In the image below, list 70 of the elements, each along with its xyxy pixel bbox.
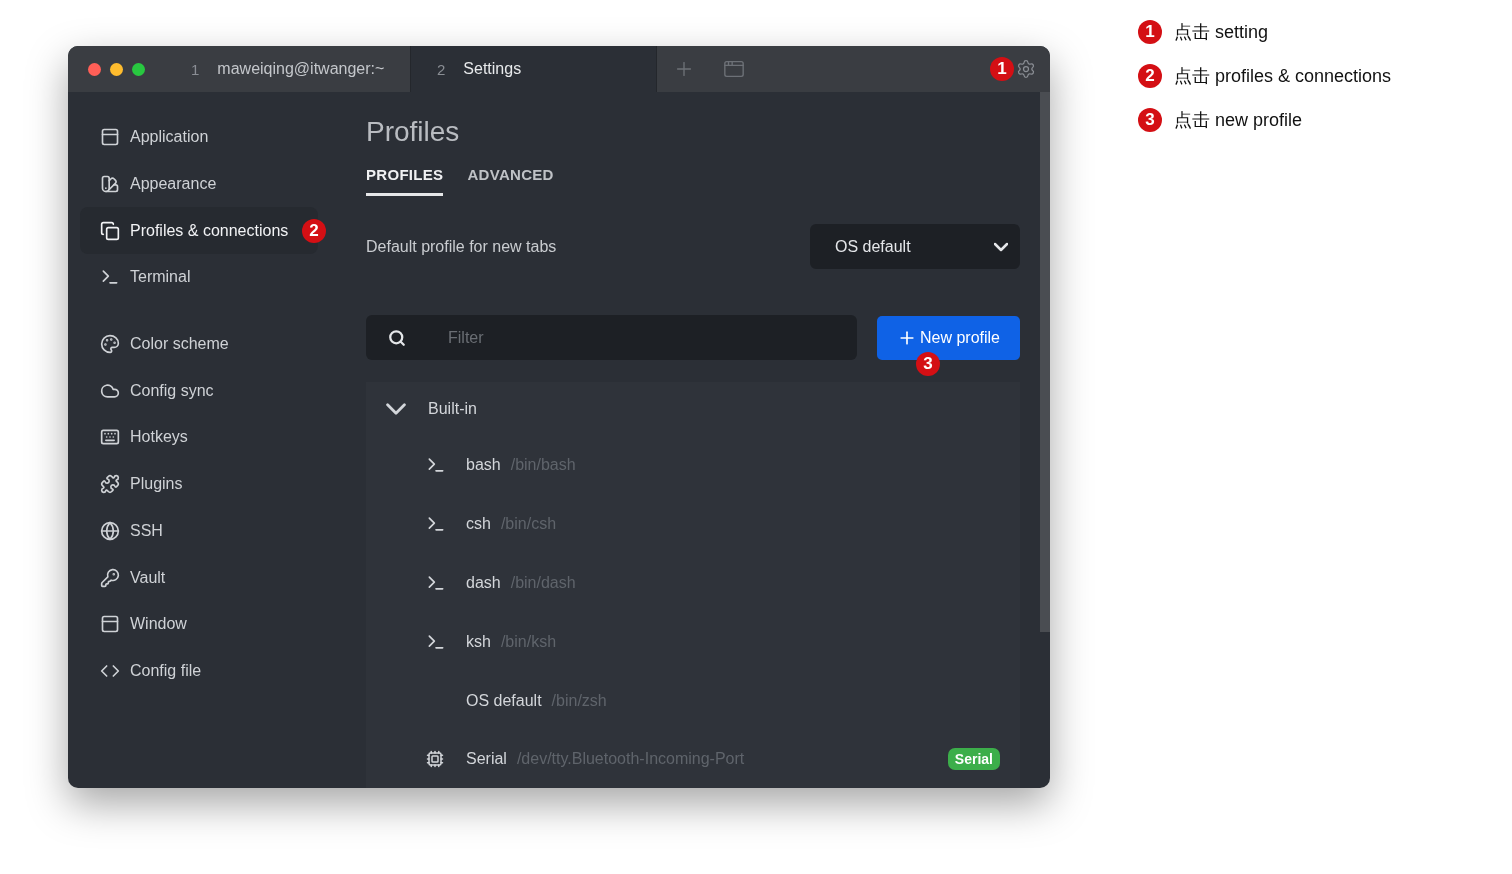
window-control-icon[interactable]: [132, 62, 145, 76]
step-text: 点击 setting: [1174, 21, 1269, 44]
window-icon: [100, 127, 120, 148]
sidebar-item[interactable]: SSH: [80, 507, 318, 555]
step-badge: 2: [1138, 64, 1162, 88]
step-badge: 1: [1138, 20, 1162, 44]
scrollbar[interactable]: [1040, 92, 1050, 632]
profile-select[interactable]: OS default: [810, 224, 1020, 269]
page-tab[interactable]: ADVANCED: [467, 166, 554, 196]
profile-name: OS default: [466, 691, 542, 710]
group-name: Built-in: [428, 400, 477, 418]
profile-name: dash: [466, 574, 501, 592]
profile-tag: Serial: [947, 748, 1000, 771]
swatch-icon: [100, 174, 120, 195]
profile-name: ksh: [466, 632, 491, 651]
keyboard-icon: [100, 427, 120, 448]
window-control-icon[interactable]: [88, 62, 101, 76]
sidebar-label: Window: [130, 615, 187, 634]
tab-number: 2: [437, 60, 446, 78]
search-icon: [388, 328, 406, 347]
sidebar-label: Plugins: [130, 475, 183, 494]
puzzle-icon: [100, 474, 120, 495]
sidebar-item[interactable]: Terminal: [80, 254, 318, 301]
chip-icon: [426, 750, 444, 769]
profile-name: Serial: [466, 750, 507, 769]
palette-icon: [100, 334, 120, 355]
sidebar-item[interactable]: Plugins: [80, 460, 318, 508]
sidebar-item[interactable]: Config file: [80, 647, 318, 695]
sidebar-item[interactable]: Config sync: [80, 367, 318, 415]
step-badge: 3: [916, 352, 940, 376]
step-badge: 3: [1138, 108, 1162, 132]
terminal-icon: [426, 573, 446, 593]
key-icon: [100, 567, 120, 588]
sidebar-label: Color scheme: [130, 335, 229, 354]
sidebar-label: Config file: [130, 661, 202, 680]
chevron-icon: [386, 402, 406, 416]
sidebar-label: Terminal: [130, 268, 191, 287]
sidebar-item[interactable]: Color scheme: [80, 320, 318, 368]
sidebar-item[interactable]: Hotkeys: [80, 414, 318, 461]
tab-title: Settings: [463, 60, 522, 78]
sidebar-item[interactable]: Application: [80, 114, 318, 161]
sidebar-label: Vault: [130, 568, 166, 587]
settings-icon[interactable]: [1016, 59, 1036, 79]
window-icon: [100, 614, 120, 635]
group-header[interactable]: Built-in: [366, 382, 1020, 436]
tab-number: 1: [191, 60, 200, 78]
sidebar-label: Profiles & connections: [130, 221, 289, 240]
tab-title: maweiqing@itwanger:~: [217, 60, 385, 78]
sidebar-label: Config sync: [130, 381, 214, 400]
profile-name: bash: [466, 456, 501, 475]
step-badge: 1: [990, 57, 1014, 81]
page-title: Profiles: [366, 116, 461, 148]
step-text: 点击 profiles & connections: [1174, 65, 1392, 88]
globe-icon: [100, 520, 120, 541]
sidebar-label: SSH: [130, 521, 163, 540]
sidebar-item[interactable]: Vault: [80, 554, 318, 601]
profile-name: csh: [466, 515, 491, 534]
sidebar-label: Application: [130, 128, 209, 147]
field-label: Default profile for new tabs: [366, 237, 557, 256]
sidebar-item[interactable]: Appearance: [80, 160, 318, 208]
chevron-down-icon: [994, 241, 1008, 252]
window-icon[interactable]: [723, 58, 745, 80]
page-tab[interactable]: PROFILES: [366, 166, 444, 196]
tab[interactable]: 2 Settings: [411, 46, 657, 92]
window-control-icon[interactable]: [110, 62, 123, 76]
step-text: 点击 new profile: [1174, 109, 1303, 132]
sidebar-label: Hotkeys: [130, 428, 188, 447]
sidebar-label: Appearance: [130, 175, 217, 194]
stacked-windows-icon: [100, 220, 120, 241]
sidebar-item[interactable]: Window: [80, 600, 318, 648]
